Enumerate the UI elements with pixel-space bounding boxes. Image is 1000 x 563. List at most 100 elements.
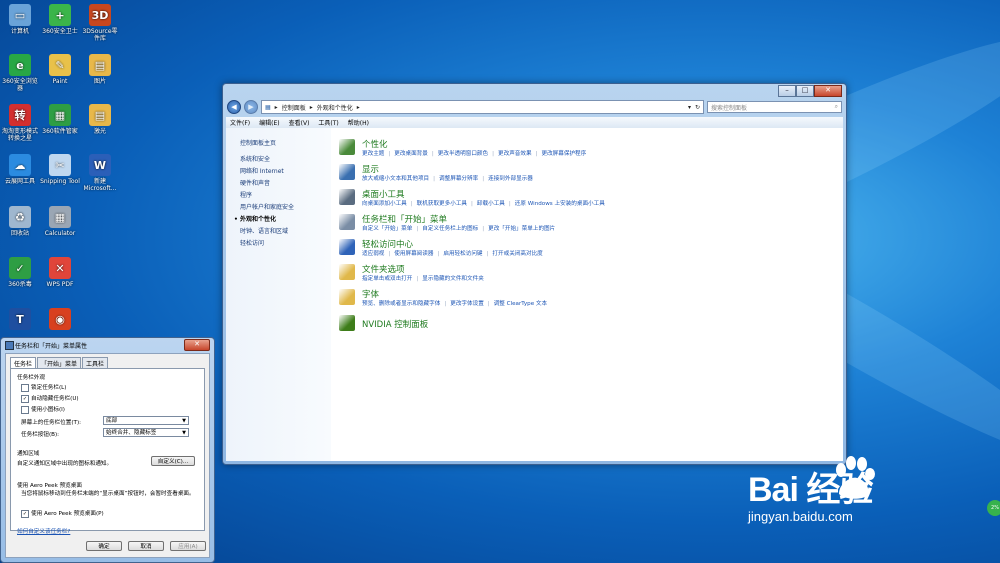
category-link[interactable]: 预览、删除或者显示和隐藏字体 (362, 301, 440, 307)
back-arrow-icon[interactable]: ◀ (227, 100, 241, 114)
sidebar-item-label: 外观和个性化 (239, 216, 276, 223)
sidebar-item-network[interactable]: 网络和 Internet (240, 166, 284, 175)
customize-button[interactable]: 自定义(C)... (151, 456, 195, 466)
menu-edit[interactable]: 编辑(E) (259, 118, 279, 127)
desktop-icon[interactable]: 转淘淘变形模式转换之星 (0, 104, 40, 142)
minimize-button[interactable]: – (778, 85, 796, 97)
desktop-icon[interactable]: ◉ (40, 308, 80, 332)
sidebar-item-system-security[interactable]: 系统和安全 (240, 154, 270, 163)
sidebar-item-appearance[interactable]: • 外观和个性化 (234, 214, 276, 223)
maximize-button[interactable]: □ (796, 85, 814, 97)
category-link[interactable]: 向桌面添加小工具 (362, 201, 407, 207)
desktop-icon[interactable]: ✎ Paint (40, 54, 80, 85)
search-input[interactable]: 搜索控制面板 ⌕ (707, 101, 842, 113)
category-link[interactable]: 更改桌面背景 (394, 151, 428, 157)
category-link[interactable]: 打开或关闭高对比度 (492, 251, 542, 257)
taskbar-icon[interactable] (339, 214, 355, 230)
desktop-icon[interactable]: ☁ 云展网工具 (0, 154, 40, 185)
link-separator: | (487, 301, 490, 307)
category-link[interactable]: 使用屏幕阅读器 (394, 251, 433, 257)
folder-options-icon[interactable] (339, 264, 355, 280)
menu-file[interactable]: 文件(F) (230, 118, 250, 127)
search-icon[interactable]: ⌕ (835, 103, 838, 111)
aero-peek-checkbox[interactable]: ✓ 使用 Aero Peek 预览桌面(P) (21, 509, 104, 518)
fonts-icon[interactable] (339, 289, 355, 305)
desktop-app-icon: ☁ (9, 154, 31, 176)
menu-tools[interactable]: 工具(T) (318, 118, 338, 127)
category-link[interactable]: 自定义「开始」菜单 (362, 226, 412, 232)
buttons-select[interactable]: 始终合并、隐藏标签 ▼ (103, 428, 189, 437)
display-icon[interactable] (339, 164, 355, 180)
desktop-icon[interactable]: W 新建 Microsoft... (80, 154, 120, 192)
sidebar-home-link[interactable]: 控制面板主页 (240, 138, 276, 147)
sidebar-item-clock-language[interactable]: 时钟、语言和区域 (240, 226, 288, 235)
forward-arrow-icon[interactable]: ▶ (244, 100, 258, 114)
control-panel-window[interactable]: – □ ✕ ◀ ▶ ▦ ▸ 控制面板 ▸ 外观和个性化 ▸ ▾ ↻ 搜索控制面板… (222, 83, 847, 465)
menu-help[interactable]: 帮助(H) (348, 118, 369, 127)
desktop-icon-label: 360杀毒 (8, 281, 32, 288)
category-link[interactable]: 指定单击或双击打开 (362, 276, 412, 282)
sidebar-item-hardware[interactable]: 硬件和声音 (240, 178, 270, 187)
category-link[interactable]: 调整屏幕分辨率 (439, 176, 478, 182)
desktop-icon[interactable]: +360安全卫士 (40, 4, 80, 35)
help-link[interactable]: 如何自定义该任务栏? (17, 527, 70, 535)
auto-hide-checkbox[interactable]: ✓ 自动隐藏任务栏(U) (21, 394, 79, 403)
desktop-icon[interactable]: ✓ 360杀毒 (0, 257, 40, 288)
category-link[interactable]: 联机获取更多小工具 (417, 201, 467, 207)
category-link[interactable]: 放大或缩小文本和其他项目 (362, 176, 429, 182)
personalize-icon[interactable] (339, 139, 355, 155)
sidebar-item-user-accounts[interactable]: 用户帐户和家庭安全 (240, 202, 294, 211)
sidebar-item-programs[interactable]: 程序 (240, 190, 252, 199)
dropdown-arrow-icon[interactable]: ▾ (688, 104, 691, 111)
category-link[interactable]: 显示隐藏的文件和文件夹 (422, 276, 484, 282)
ease-of-access-icon[interactable] (339, 239, 355, 255)
category-link[interactable]: 适应弱视 (362, 251, 384, 257)
desktop-icon[interactable]: ♻ 回收站 (0, 206, 40, 237)
category-link[interactable]: 更改主题 (362, 151, 384, 157)
desktop-icon[interactable]: ✕ WPS PDF (40, 257, 80, 288)
checkbox-box (21, 383, 29, 392)
dialog-close-button[interactable]: ✕ (184, 339, 210, 351)
desktop-icon-label: Calculator (44, 230, 76, 237)
gadgets-icon[interactable] (339, 189, 355, 205)
menu-view[interactable]: 查看(V) (289, 118, 310, 127)
nvidia-icon[interactable] (339, 315, 355, 331)
address-bar[interactable]: ▦ ▸ 控制面板 ▸ 外观和个性化 ▸ ▾ ↻ (261, 100, 704, 114)
checkbox-label: 自动隐藏任务栏(U) (31, 396, 79, 402)
desktop-icon[interactable]: ✂ Snipping Tool (40, 154, 80, 185)
cancel-button[interactable]: 取消 (128, 541, 164, 551)
taskbar-properties-dialog[interactable]: 任务栏和「开始」菜单属性 ✕ 任务栏 「开始」菜单 工具栏 任务栏外观 锁定任务… (0, 337, 215, 563)
breadcrumb-item[interactable]: 外观和个性化 (317, 103, 353, 112)
link-separator: | (482, 226, 485, 232)
category-link[interactable]: 卸载小工具 (477, 201, 505, 207)
small-icons-checkbox[interactable]: 使用小图标(I) (21, 405, 65, 414)
lock-taskbar-checkbox[interactable]: 锁定任务栏(L) (21, 383, 66, 392)
category-link[interactable]: 更改「开始」菜单上的图片 (488, 226, 555, 232)
desktop-icon[interactable]: ▤ 激光 (80, 104, 120, 135)
category-link[interactable]: 启用轻松访问键 (443, 251, 482, 257)
category-link[interactable]: 自定义任务栏上的图标 (422, 226, 478, 232)
category-link[interactable]: 连接到外部显示器 (488, 176, 533, 182)
desktop-icon[interactable]: 3D 3DSource零件库 (80, 4, 120, 42)
category-link[interactable]: 更改屏幕保护程序 (541, 151, 586, 157)
category-link[interactable]: 还原 Windows 上安装的桌面小工具 (515, 201, 605, 207)
desktop-icon[interactable]: ▦ Calculator (40, 206, 80, 237)
apply-button[interactable]: 应用(A) (170, 541, 206, 551)
breadcrumb-item[interactable]: 控制面板 (282, 103, 306, 112)
desktop-icon[interactable]: T (0, 308, 40, 332)
category-link[interactable]: 更改声音效果 (498, 151, 532, 157)
desktop-icon[interactable]: ▭ 计算机 (0, 4, 40, 35)
close-button[interactable]: ✕ (814, 85, 842, 97)
desktop-icon[interactable]: e 360安全浏览器 (0, 54, 40, 92)
category-title[interactable]: NVIDIA 控制面板 (362, 318, 428, 330)
category-link[interactable]: 调整 ClearType 文本 (494, 301, 547, 307)
desktop-icon[interactable]: ▦ 360软件管家 (40, 104, 80, 135)
category-link[interactable]: 更改字体设置 (450, 301, 484, 307)
sidebar-item-ease-of-access[interactable]: 轻松访问 (240, 238, 264, 247)
ok-button[interactable]: 确定 (86, 541, 122, 551)
status-badge[interactable]: 2% (987, 500, 1000, 516)
category-link[interactable]: 更改半透明窗口颜色 (438, 151, 488, 157)
desktop-icon[interactable]: ▤ 图片 (80, 54, 120, 85)
position-select[interactable]: 底部 ▼ (103, 416, 189, 425)
refresh-icon[interactable]: ↻ (695, 104, 700, 111)
